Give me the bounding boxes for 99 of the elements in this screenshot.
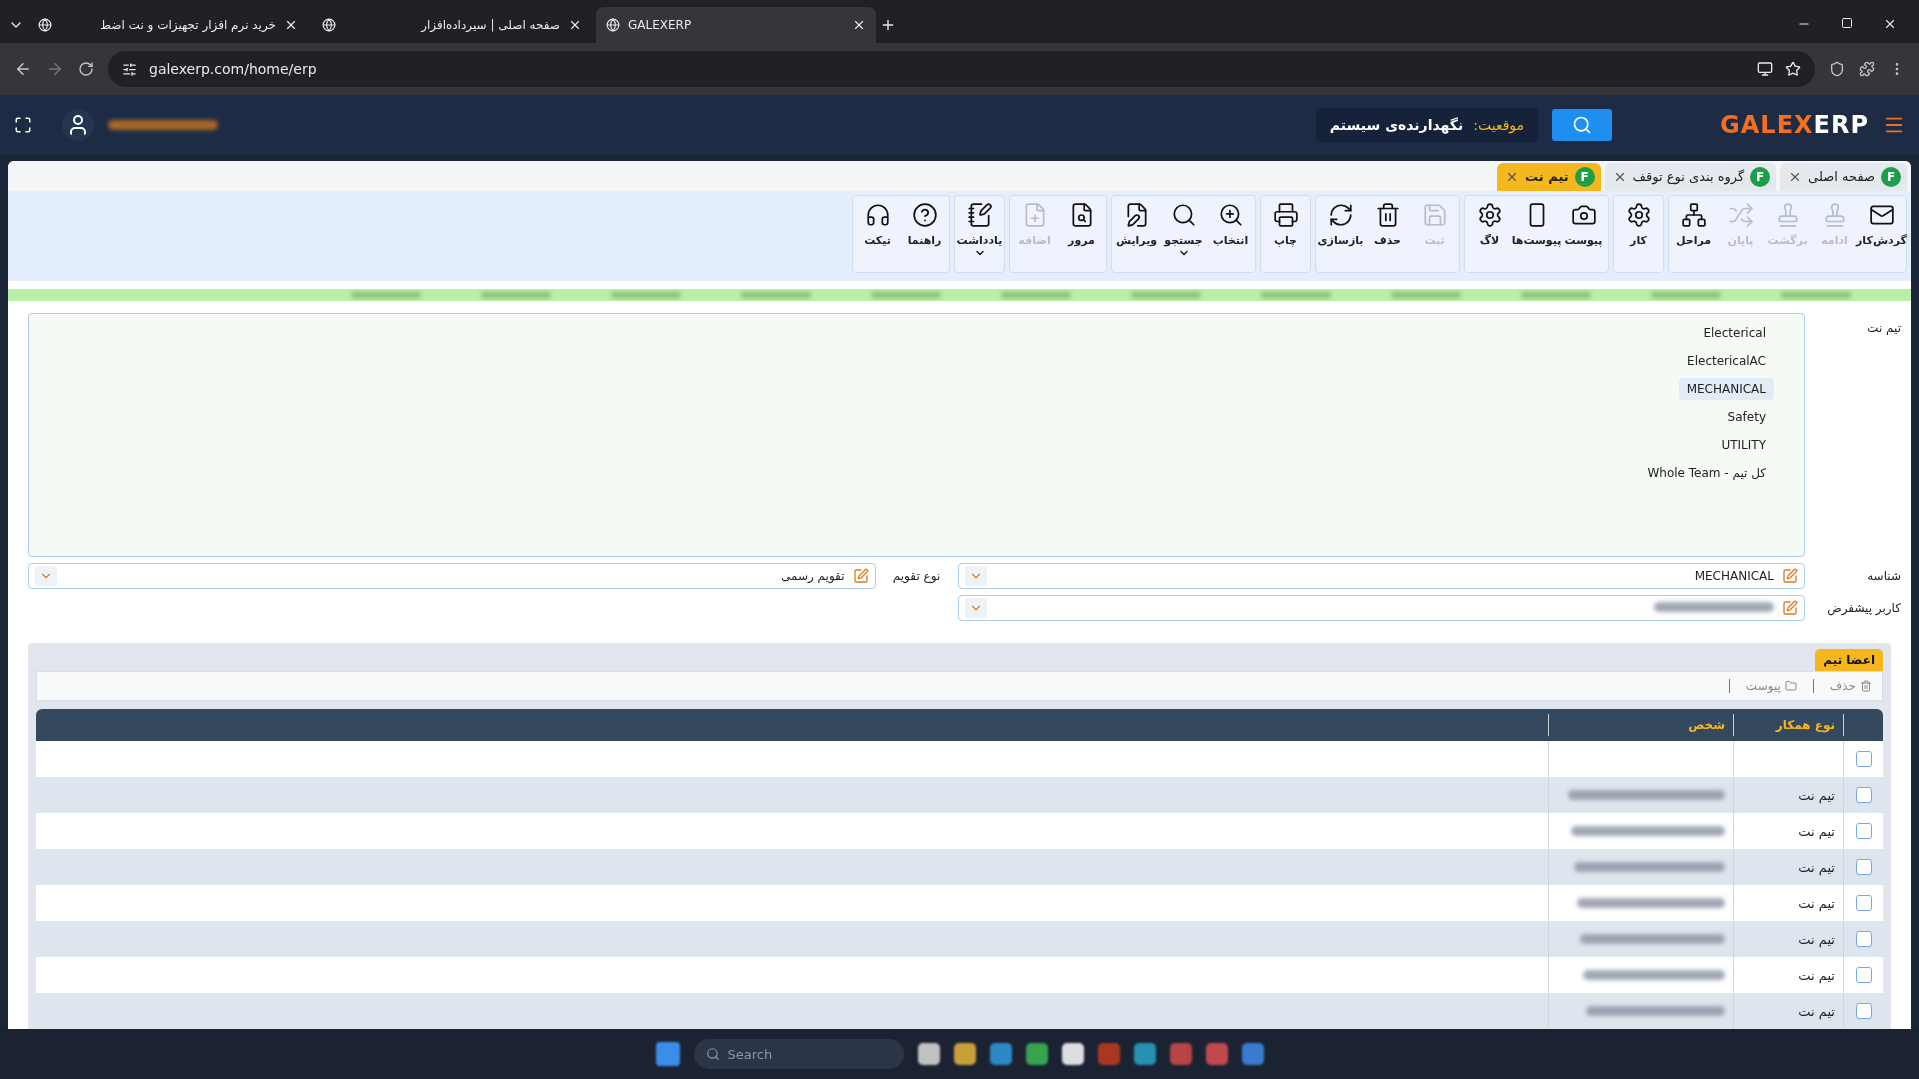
taskbar-search[interactable]: Search	[693, 1039, 904, 1069]
search-button[interactable]	[1552, 109, 1613, 141]
refresh-icon	[1327, 201, 1354, 228]
toolbar-button[interactable]: راهنما	[902, 197, 947, 270]
shield-icon[interactable]	[1829, 61, 1845, 77]
install-icon[interactable]	[1757, 61, 1773, 77]
site-icon	[322, 18, 336, 32]
field-label: کاربر پیشفرض	[1826, 601, 1901, 615]
browser-tab[interactable]: GALEXERP	[596, 7, 876, 43]
list-option[interactable]: UTILITY	[1713, 434, 1774, 456]
select-field[interactable]: MECHANICAL	[957, 563, 1805, 589]
close-icon[interactable]	[1883, 17, 1897, 31]
toolbar-button[interactable]: یادداشت	[957, 197, 1002, 270]
toolbar-button[interactable]: جستجو	[1161, 197, 1206, 270]
row-checkbox[interactable]	[1855, 859, 1872, 875]
folder-icon	[1784, 680, 1797, 692]
field-label: نوع تقویم	[892, 569, 941, 583]
toolbar-button[interactable]: چاپ	[1263, 197, 1308, 270]
browser-tab[interactable]: صفحه اصلی | سیرداده‌افزار	[312, 7, 592, 43]
printer-icon	[1272, 201, 1299, 228]
list-option[interactable]: ElectericalAC	[1679, 350, 1774, 372]
site-settings-icon[interactable]	[122, 61, 137, 77]
tab-badge: F	[1574, 166, 1595, 187]
site-icon	[606, 18, 620, 32]
row-checkbox[interactable]	[1855, 1003, 1872, 1019]
row-checkbox[interactable]	[1855, 931, 1872, 947]
close-icon[interactable]	[284, 18, 298, 32]
row-checkbox[interactable]	[1855, 787, 1872, 803]
bookmark-icon[interactable]	[1785, 61, 1801, 77]
help-icon	[911, 201, 938, 228]
toolbar-button[interactable]: کار	[1616, 197, 1661, 270]
row-checkbox[interactable]	[1855, 823, 1872, 839]
toolbar-button[interactable]: پیوست	[1561, 197, 1606, 270]
column-header[interactable]: نوع همکار	[1733, 714, 1843, 736]
select-field[interactable]: تقویم رسمی	[28, 563, 876, 589]
extensions-icon[interactable]	[1859, 61, 1875, 77]
toolbar-button[interactable]: پیوست‌ها	[1514, 197, 1559, 270]
fullscreen-icon[interactable]	[14, 116, 32, 134]
taskbar-app-icon[interactable]	[1205, 1043, 1228, 1065]
taskbar-app-icon[interactable]	[1241, 1043, 1264, 1065]
section-title: اعضا تیم	[1815, 649, 1883, 671]
site-icon	[38, 18, 52, 32]
list-option[interactable]: Safety	[1719, 406, 1774, 428]
new-tab-icon[interactable]	[880, 17, 896, 33]
toolbar-button[interactable]: حذف	[1365, 197, 1410, 270]
edit-icon	[852, 568, 869, 584]
close-icon[interactable]	[852, 18, 866, 32]
toolbar-button[interactable]: ویرایش	[1114, 197, 1159, 270]
taskbar-app-icon[interactable]	[1025, 1043, 1048, 1065]
edit-icon	[1782, 600, 1798, 616]
list-option[interactable]: MECHANICAL	[1678, 378, 1774, 400]
toolbar-button[interactable]: انتخاب	[1208, 197, 1253, 270]
select-field[interactable]	[957, 595, 1805, 621]
trash-icon	[1860, 680, 1872, 692]
tab-badge: F	[1881, 166, 1901, 187]
reload-icon[interactable]	[78, 61, 94, 77]
taskbar-app-icon[interactable]	[1061, 1043, 1084, 1065]
gear-icon	[1625, 201, 1652, 228]
logo: GALEXERP	[1720, 111, 1869, 139]
location-label: موقعیت:	[1473, 117, 1525, 133]
taskbar-app-icon[interactable]	[989, 1043, 1012, 1065]
location-value: نگهدارنده‌ی سیستم	[1329, 117, 1464, 133]
start-icon[interactable]	[655, 1042, 680, 1066]
field-label: تیم نت	[1866, 321, 1901, 335]
tab-badge: F	[1750, 166, 1771, 187]
search-icon	[705, 1047, 720, 1061]
restore-icon[interactable]	[1841, 17, 1853, 29]
shuffle-icon	[1727, 201, 1754, 228]
taskbar-app-icon[interactable]	[1133, 1043, 1156, 1065]
edit-icon	[1782, 568, 1798, 584]
column-header[interactable]: شخص	[1548, 714, 1733, 736]
field-label: شناسه	[1866, 569, 1901, 583]
toolbar-button[interactable]: مراحل	[1671, 197, 1716, 270]
toolbar-button[interactable]: لاگ	[1467, 197, 1512, 270]
user-icon[interactable]	[62, 109, 94, 141]
list-option[interactable]: Whole Team - کل تیم	[1639, 462, 1774, 484]
gear-icon	[1476, 201, 1503, 228]
taskbar-app-icon[interactable]	[953, 1043, 976, 1065]
headset-icon	[864, 201, 891, 228]
taskbar-app-icon[interactable]	[917, 1043, 940, 1065]
close-icon[interactable]	[568, 18, 582, 32]
network-icon	[1680, 201, 1707, 228]
notebook-icon	[966, 201, 993, 228]
toolbar-button[interactable]: تیکت	[855, 197, 900, 270]
toolbar-button[interactable]: مرور	[1059, 197, 1104, 270]
row-checkbox[interactable]	[1855, 751, 1872, 767]
address-bar[interactable]: galexerp.com/home/erp	[108, 51, 1815, 87]
browser-tab[interactable]: خرید نرم افزار تجهیزات و نت اضط	[28, 7, 308, 43]
list-option[interactable]: Electerical	[1695, 322, 1774, 344]
row-checkbox[interactable]	[1855, 967, 1872, 983]
toolbar-button[interactable]: بازسازی	[1318, 197, 1363, 270]
forward-icon[interactable]	[46, 60, 64, 78]
search-icon	[1572, 115, 1593, 135]
row-checkbox[interactable]	[1855, 895, 1872, 911]
back-icon[interactable]	[14, 60, 32, 78]
zoom-icon	[1217, 201, 1244, 228]
trash-icon	[1374, 201, 1401, 228]
save-icon	[1421, 201, 1448, 228]
search-icon	[1170, 201, 1197, 228]
